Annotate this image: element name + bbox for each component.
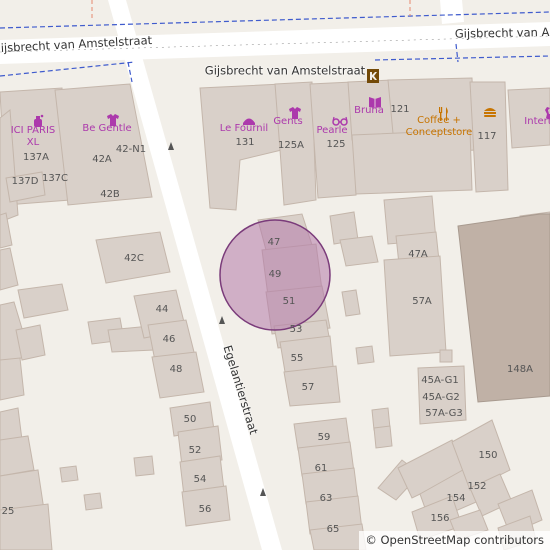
building-148a (457, 213, 550, 403)
housenumber: 137A (23, 152, 49, 163)
housenumber: 59 (317, 432, 331, 443)
housenumber: 57 (301, 382, 315, 393)
housenumber: 131 (235, 137, 255, 148)
housenumber: 63 (319, 493, 333, 504)
housenumber: 56 (198, 504, 212, 515)
housenumber: 137D (11, 176, 39, 187)
housenumber: 156 (430, 513, 450, 524)
housenumber: 42-N1 (115, 144, 147, 155)
shop-label-le-fournil: Le Fournil (219, 123, 269, 134)
housenumber: 54 (193, 474, 207, 485)
shop-label-bruna: Bruna (354, 105, 384, 116)
housenumber: 45A-G1 (421, 375, 459, 386)
housenumber: 25 (1, 506, 15, 517)
street-label-gijsbrecht-right: Gijsbrecht van Amstelstraat (454, 23, 550, 41)
map-attribution[interactable]: © OpenStreetMap contributors (359, 531, 550, 550)
housenumber: 46 (162, 334, 176, 345)
housenumber: 117 (477, 131, 497, 142)
housenumber: 44 (155, 304, 169, 315)
housenumber: 154 (446, 493, 466, 504)
housenumber: 52 (188, 445, 202, 456)
shop-label-gents: Gents (273, 116, 303, 127)
street-label-gijsbrecht-middle: Gijsbrecht van Amstelstraat (204, 63, 366, 78)
shop-label-pearle: Pearle (316, 125, 348, 136)
housenumber: 42C (124, 253, 144, 264)
shop-label-be-gentle: Be Gentle (82, 123, 132, 134)
housenumber: 42B (100, 189, 120, 200)
housenumber: 57A-G3 (425, 408, 463, 419)
housenumber: 50 (183, 414, 197, 425)
housenumber: 57A (412, 296, 432, 307)
housenumber: 65 (326, 524, 340, 535)
housenumber: 125 (326, 139, 346, 150)
housenumber: 47A (408, 249, 428, 260)
housenumber: 47 (267, 237, 281, 248)
housenumber: 49 (268, 269, 282, 280)
housenumber: 55 (290, 353, 304, 364)
housenumber: 150 (478, 450, 498, 461)
housenumber: 148A (507, 364, 533, 375)
housenumber: 152 (467, 481, 487, 492)
map-view[interactable]: Gijsbrecht van Amstelstraat Gijsbrecht v… (0, 0, 550, 550)
shop-label-coffee: Coffee + Conceptstore (405, 115, 473, 138)
housenumber: 42A (92, 154, 112, 165)
housenumber: 137C (41, 173, 69, 184)
housenumber: 125A (278, 140, 304, 151)
housenumber: 61 (314, 463, 328, 474)
housenumber: 45A-G2 (422, 392, 460, 403)
housenumber: 53 (289, 324, 303, 335)
shop-label-ici-paris: ICI PARIS XL (10, 125, 56, 148)
housenumber: 51 (282, 296, 296, 307)
shop-label-intertoys: Intert (524, 116, 550, 127)
housenumber: 121 (390, 104, 410, 115)
housenumber: 48 (169, 364, 183, 375)
